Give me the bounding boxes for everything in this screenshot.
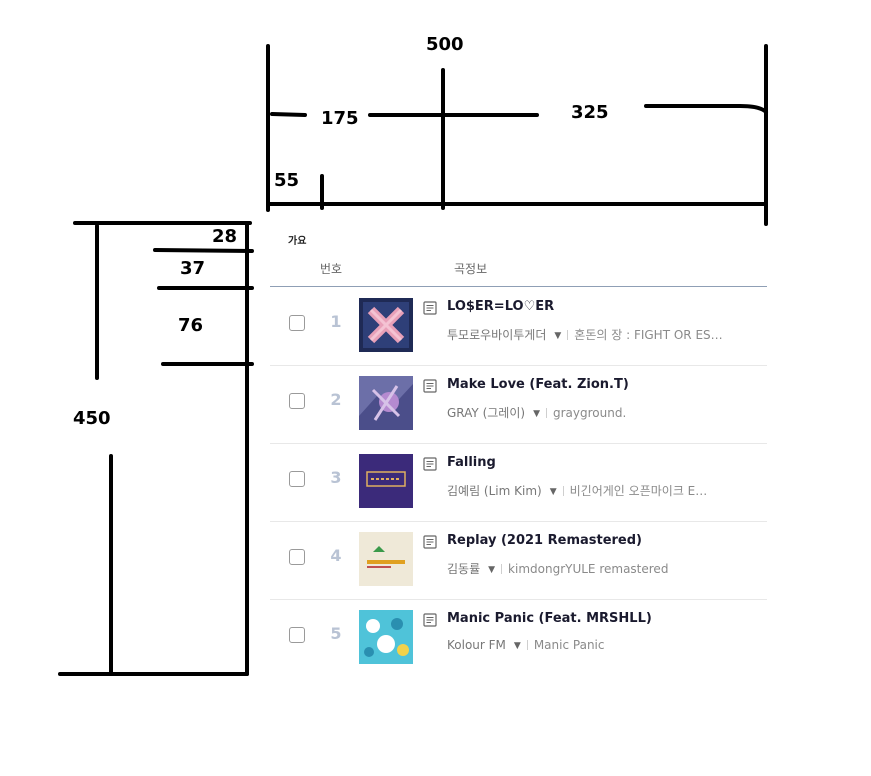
song-title[interactable]: LO$ER=LO♡ER <box>447 299 554 314</box>
song-artist[interactable]: GRAY (그레이) <box>447 406 525 420</box>
song-rank: 2 <box>330 390 342 409</box>
song-rank: 4 <box>330 546 342 565</box>
annotation-total-height: 450 <box>73 408 111 429</box>
annotation-header-height: 37 <box>180 258 206 279</box>
artist-dropdown-icon[interactable]: ▼ <box>514 641 521 651</box>
lyrics-icon[interactable] <box>423 535 437 549</box>
song-rank: 1 <box>330 312 342 331</box>
song-checkbox[interactable] <box>289 315 305 331</box>
lyrics-icon[interactable] <box>423 457 437 471</box>
album-cover[interactable] <box>359 532 413 586</box>
column-song-info-header: 곡정보 <box>454 262 488 276</box>
meta-divider <box>501 564 503 574</box>
song-album[interactable]: kimdongrYULE remastered <box>508 562 668 576</box>
song-album[interactable]: grayground. <box>553 406 626 420</box>
song-list-panel: 가요 번호 곡정보 1 LO$ER=LO♡ER 투모로우바이투게더 ▼ 혼돈의 … <box>270 222 767 677</box>
song-album[interactable]: 혼돈의 장 : FIGHT OR ES… <box>574 328 722 342</box>
song-album[interactable]: 비긴어게인 오픈마이크 E… <box>570 484 708 498</box>
song-checkbox[interactable] <box>289 549 305 565</box>
annotation-left-span: 175 <box>321 108 359 129</box>
artist-dropdown-icon[interactable]: ▼ <box>550 487 557 497</box>
artist-dropdown-icon[interactable]: ▼ <box>488 565 495 575</box>
annotation-row-height: 76 <box>178 315 204 336</box>
song-row[interactable]: 5 Manic Panic (Feat. MRSHLL) Kolour FM ▼… <box>270 599 767 677</box>
song-meta: GRAY (그레이) ▼ grayground. <box>447 404 767 421</box>
song-artist[interactable]: 김동률 <box>447 562 480 576</box>
annotation-right-span: 325 <box>571 102 609 123</box>
meta-divider <box>526 640 528 650</box>
artist-dropdown-icon[interactable]: ▼ <box>554 331 561 341</box>
song-title[interactable]: Manic Panic (Feat. MRSHLL) <box>447 611 652 626</box>
song-row[interactable]: 3 Falling 김예림 (Lim Kim) ▼ 비긴어게인 오픈마이크 E… <box>270 443 767 522</box>
artist-dropdown-icon[interactable]: ▼ <box>533 409 540 419</box>
song-artist[interactable]: Kolour FM <box>447 638 506 652</box>
song-album[interactable]: Manic Panic <box>534 638 605 652</box>
song-row[interactable]: 1 LO$ER=LO♡ER 투모로우바이투게더 ▼ 혼돈의 장 : FIGHT OR… <box>270 287 767 366</box>
meta-divider <box>567 330 569 340</box>
lyrics-icon[interactable] <box>423 301 437 315</box>
album-cover[interactable] <box>359 610 413 664</box>
album-cover[interactable] <box>359 298 413 352</box>
song-meta: Kolour FM ▼ Manic Panic <box>447 638 767 652</box>
album-cover[interactable] <box>359 376 413 430</box>
song-checkbox[interactable] <box>289 627 305 643</box>
song-checkbox[interactable] <box>289 471 305 487</box>
song-meta: 투모로우바이투게더 ▼ 혼돈의 장 : FIGHT OR ES… <box>447 326 767 343</box>
song-rank: 5 <box>330 624 342 643</box>
song-title[interactable]: Make Love (Feat. Zion.T) <box>447 377 629 392</box>
song-artist[interactable]: 김예림 (Lim Kim) <box>447 484 542 498</box>
lyrics-icon[interactable] <box>423 613 437 627</box>
album-cover[interactable] <box>359 454 413 508</box>
column-number-header: 번호 <box>320 262 343 276</box>
song-rank: 3 <box>330 468 342 487</box>
annotation-category-gap: 28 <box>212 226 238 247</box>
song-title[interactable]: Falling <box>447 455 496 470</box>
song-checkbox[interactable] <box>289 393 305 409</box>
song-title[interactable]: Replay (2021 Remastered) <box>447 533 642 548</box>
annotation-total-width: 500 <box>426 34 464 55</box>
song-row[interactable]: 2 Make Love (Feat. Zion.T) GRAY (그레이) ▼ gr… <box>270 365 767 444</box>
song-meta: 김예림 (Lim Kim) ▼ 비긴어게인 오픈마이크 E… <box>447 482 767 499</box>
meta-divider <box>562 486 564 496</box>
annotation-small-span: 55 <box>274 170 300 191</box>
song-row[interactable]: 4 Replay (2021 Remastered) 김동률 ▼ kimdongrY… <box>270 521 767 600</box>
song-artist[interactable]: 투모로우바이투게더 <box>447 328 546 342</box>
song-meta: 김동률 ▼ kimdongrYULE remastered <box>447 560 767 577</box>
list-header: 번호 곡정보 <box>270 252 767 287</box>
category-label: 가요 <box>288 236 307 247</box>
lyrics-icon[interactable] <box>423 379 437 393</box>
meta-divider <box>545 408 547 418</box>
